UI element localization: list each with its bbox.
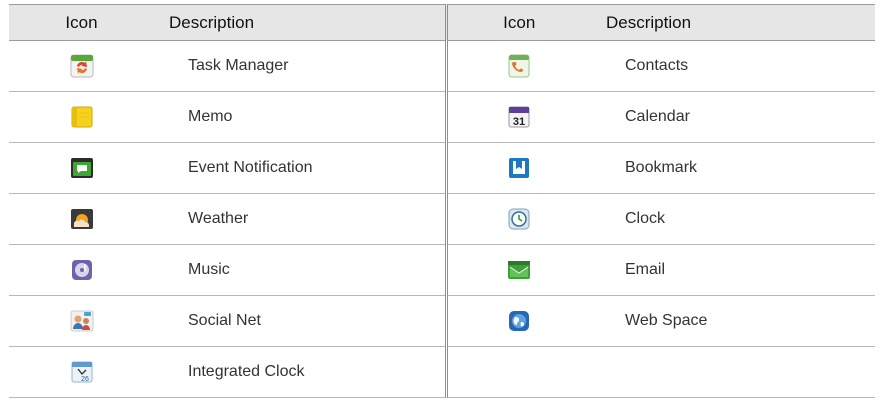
header-description-right: Description [591,4,875,41]
integrated-clock-icon: 26 [70,360,94,384]
header-icon-left: Icon [9,4,154,41]
list-item-label: Weather [154,193,446,245]
table-row: Memo 31 Calendar [9,91,875,143]
list-item-label: Social Net [154,295,446,347]
header-icon-right: Icon [444,4,591,41]
list-item-label: Memo [154,91,446,143]
calendar-date-text: 31 [513,116,525,128]
list-item-label: Calendar [591,91,875,143]
bookmark-icon [507,156,531,180]
list-item-label: Integrated Clock [154,346,446,398]
list-item-label: Clock [591,193,875,245]
memo-icon [70,105,94,129]
table-row: Music Email [9,244,875,296]
clock-icon [507,207,531,231]
list-item-label: Contacts [591,40,875,92]
list-item-label: Event Notification [154,142,446,194]
event-notification-icon [70,156,94,180]
table-row: Weather Clock [9,193,875,245]
table-row: Task Manager Contacts [9,40,875,92]
contacts-icon [507,54,531,78]
social-net-icon [70,309,94,333]
icon-table-page: Icon Description Icon Description Task M… [0,0,885,402]
web-space-icon [507,309,531,333]
empty-cell [444,346,591,398]
table-row: Social Net Web Space [9,295,875,347]
list-item-label: Email [591,244,875,296]
header-row: Icon Description Icon Description [9,4,875,41]
music-icon [70,258,94,282]
task-manager-icon [70,54,94,78]
table-row: Event Notification Bookmark [9,142,875,194]
icon-description-table: Icon Description Icon Description Task M… [9,4,875,398]
header-description-left: Description [154,4,446,41]
email-icon [507,258,531,282]
list-item-label: Music [154,244,446,296]
list-item-label: Web Space [591,295,875,347]
weather-icon [70,207,94,231]
table-row: 26 Integrated Clock [9,346,875,398]
list-item-label: Bookmark [591,142,875,194]
integrated-clock-date-text: 26 [81,376,89,383]
list-item-label: Task Manager [154,40,446,92]
calendar-icon: 31 [507,105,531,129]
empty-cell [591,346,875,398]
